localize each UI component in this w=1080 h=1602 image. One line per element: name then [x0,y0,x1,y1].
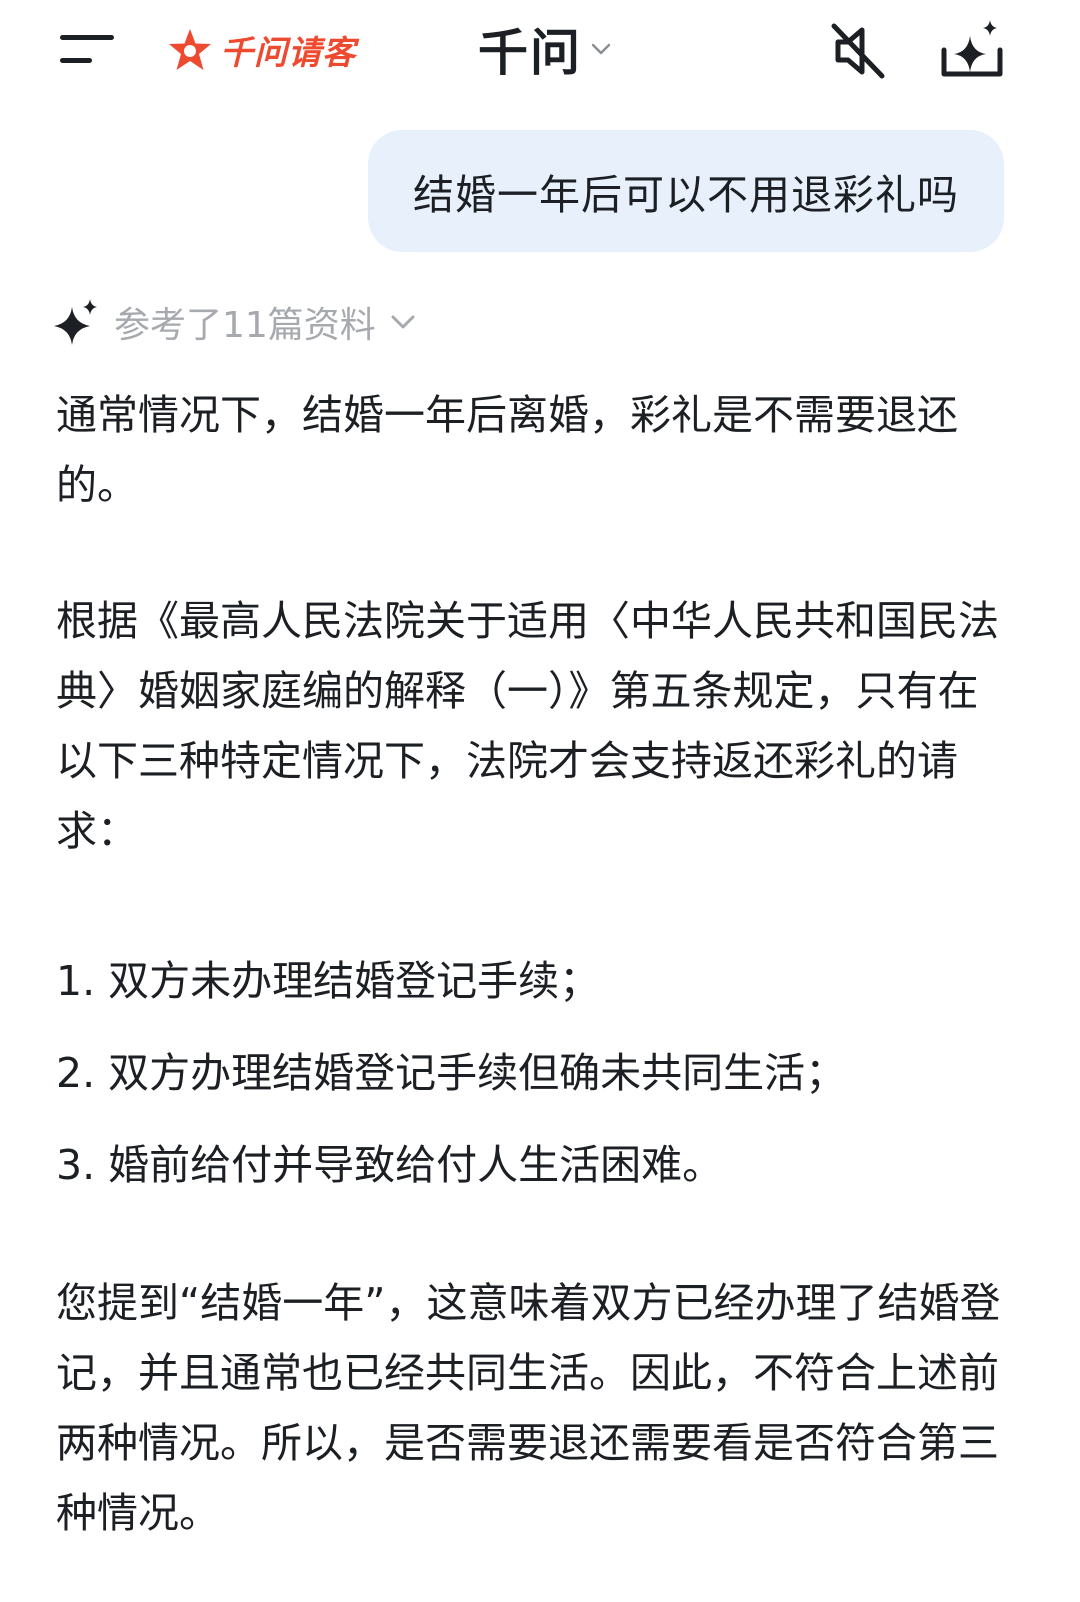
assistant-answer: 通常情况下，结婚一年后离婚，彩礼是不需要退还的。 根据《最高人民法院关于适用〈中… [56,380,1006,1548]
mute-button[interactable] [826,20,888,82]
answer-list-item: 3. 婚前给付并导致给付人生活困难。 [56,1141,724,1189]
answer-list-item: 1. 双方未办理结婚登记手续； [56,957,601,1005]
user-message-text: 结婚一年后可以不用退彩礼吗 [413,171,959,219]
references-label: 参考了11篇资料 [114,305,376,346]
chevron-down-icon [391,315,415,329]
answer-paragraph: 您提到“结婚一年”，这意味着双方已经办理了结婚登记，并且通常也已经共同生活。因此… [56,1279,1001,1537]
menu-icon [60,35,114,63]
sparkle-icon [54,299,97,345]
model-name: 千问 [478,24,582,82]
brand-star-icon [169,29,211,70]
user-message-bubble: 结婚一年后可以不用退彩礼吗 [368,130,1004,252]
speaker-muted-icon [831,23,885,79]
references-toggle[interactable]: 参考了11篇资料 [54,296,416,348]
brand-text: 千问请客 [220,33,356,72]
answer-paragraph: 通常情况下，结婚一年后离婚，彩礼是不需要退还的。 [56,391,958,509]
top-bar: 千问请客 千问 [0,0,1080,100]
menu-button[interactable] [58,28,118,72]
new-chat-sparkle-icon [941,20,1003,77]
answer-list-item: 2. 双方办理结婚登记手续但确未共同生活； [56,1049,847,1097]
chevron-down-icon [591,43,611,55]
answer-paragraph: 根据《最高人民法院关于适用〈中华人民共和国民法典〉婚姻家庭编的解释（一）》第五条… [56,597,999,855]
brand-promo-link[interactable]: 千问请客 [166,22,356,78]
model-switcher[interactable]: 千问 [478,16,612,82]
new-chat-button[interactable] [936,16,1008,82]
